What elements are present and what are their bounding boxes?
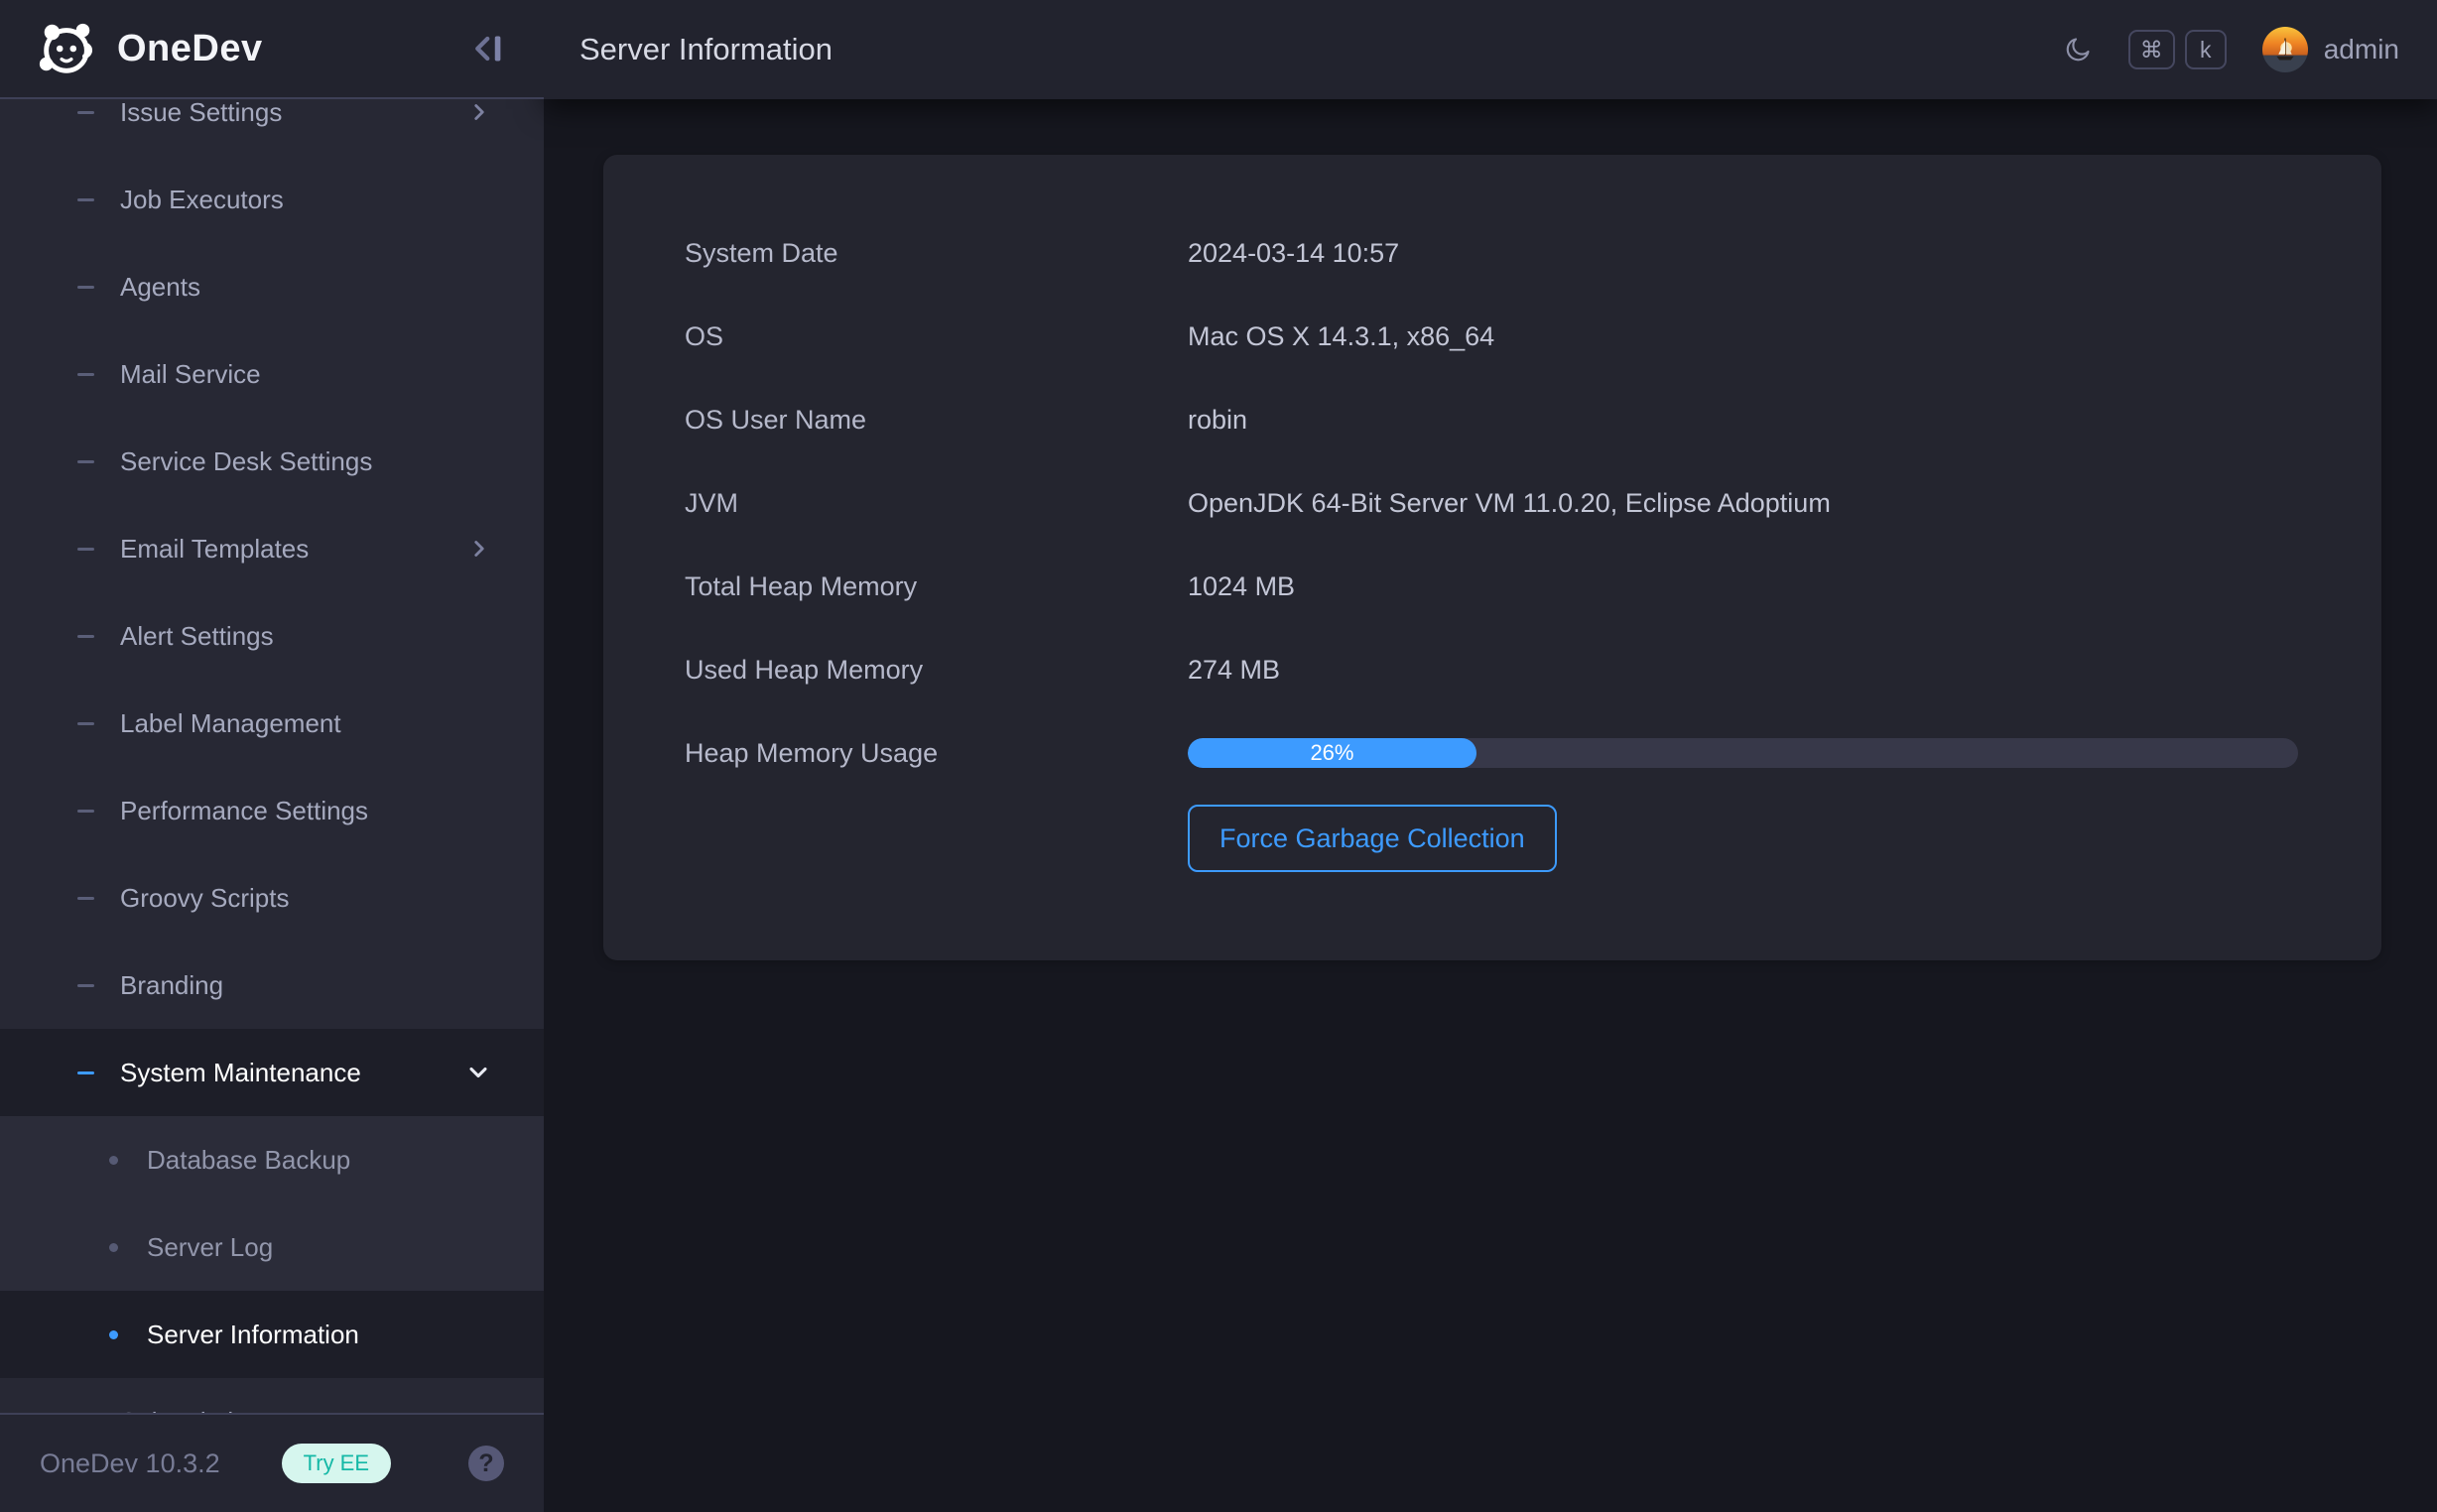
sidebar-item-label: Database Backup: [147, 1145, 350, 1176]
bullet-icon: [109, 1243, 118, 1252]
sidebar-item-alert-settings[interactable]: Alert Settings: [0, 592, 544, 680]
bullet-icon: [109, 1156, 118, 1165]
k-key-badge: k: [2185, 30, 2227, 69]
sidebar-item-system-maintenance[interactable]: System Maintenance: [0, 1029, 544, 1116]
sidebar-item-database-backup[interactable]: Database Backup: [0, 1116, 544, 1203]
dash-icon: [77, 460, 94, 463]
info-row-used-heap-memory: Used Heap Memory 274 MB: [603, 628, 2381, 711]
sidebar-item-server-log[interactable]: Server Log: [0, 1203, 544, 1291]
sidebar-item-branding[interactable]: Branding: [0, 942, 544, 1029]
sidebar-item-service-desk-settings[interactable]: Service Desk Settings: [0, 418, 544, 505]
row-label: System Date: [685, 238, 1188, 269]
chevron-down-icon: [464, 1059, 492, 1086]
topbar: Server Information ⌘ k: [544, 0, 2437, 99]
sidebar-item-label: Performance Settings: [120, 796, 368, 826]
info-row-os: OS Mac OS X 14.3.1, x86_64: [603, 295, 2381, 378]
sidebar-item-label: System Maintenance: [120, 1058, 361, 1088]
sidebar-item-server-information[interactable]: Server Information: [0, 1291, 544, 1378]
sidebar-item-label: Email Templates: [120, 534, 309, 565]
info-row-os-user-name: OS User Name robin: [603, 378, 2381, 461]
dash-icon: [77, 286, 94, 289]
row-label: JVM: [685, 488, 1188, 519]
dash-icon: [77, 897, 94, 900]
sidebar-item-label: Server Information: [147, 1320, 359, 1350]
sidebar-nav: Issue Settings Job Executors Agents Mail…: [0, 0, 544, 1512]
dash-icon: [77, 373, 94, 376]
dash-icon: [77, 722, 94, 725]
row-label: OS: [685, 321, 1188, 352]
row-value: robin: [1188, 405, 1247, 436]
sidebar-item-label: Mail Service: [120, 359, 261, 390]
row-label: Total Heap Memory: [685, 571, 1188, 602]
sidebar-item-performance-settings[interactable]: Performance Settings: [0, 767, 544, 854]
row-label: Used Heap Memory: [685, 655, 1188, 686]
sidebar-item-agents[interactable]: Agents: [0, 243, 544, 330]
version-label: OneDev 10.3.2: [40, 1449, 220, 1479]
sidebar-footer: OneDev 10.3.2 Try EE ?: [0, 1413, 544, 1512]
dash-icon: [77, 635, 94, 638]
sidebar-item-label: Alert Settings: [120, 621, 274, 652]
info-row-total-heap-memory: Total Heap Memory 1024 MB: [603, 545, 2381, 628]
row-label: Heap Memory Usage: [685, 738, 1188, 769]
dash-icon: [77, 111, 94, 114]
dash-icon: [77, 1071, 94, 1074]
row-value: 2024-03-14 10:57: [1188, 238, 1399, 269]
sidebar-item-label: Branding: [120, 970, 223, 1001]
topbar-actions: ⌘ k ad: [2063, 27, 2399, 72]
chevron-right-icon: [466, 99, 492, 125]
keyboard-shortcut[interactable]: ⌘ k: [2128, 30, 2227, 69]
bullet-icon: [109, 1330, 118, 1339]
user-name: admin: [2324, 34, 2399, 65]
dash-icon: [77, 198, 94, 201]
chevron-right-icon: [466, 536, 492, 562]
gc-button-row: Force Garbage Collection: [1188, 805, 2381, 872]
server-info-card: System Date 2024-03-14 10:57 OS Mac OS X…: [603, 155, 2381, 960]
row-value: OpenJDK 64-Bit Server VM 11.0.20, Eclips…: [1188, 488, 1831, 519]
heap-progress-fill: 26%: [1188, 738, 1476, 768]
info-row-heap-memory-usage: Heap Memory Usage 26%: [603, 711, 2381, 795]
sidebar-item-mail-service[interactable]: Mail Service: [0, 330, 544, 418]
cmd-key-badge: ⌘: [2128, 30, 2175, 69]
sidebar-item-groovy-scripts[interactable]: Groovy Scripts: [0, 854, 544, 942]
app-name: OneDev: [117, 28, 263, 70]
row-label: OS User Name: [685, 405, 1188, 436]
user-menu[interactable]: admin: [2262, 27, 2399, 72]
avatar: [2262, 27, 2308, 72]
help-icon[interactable]: ?: [468, 1446, 504, 1481]
sidebar-collapse-icon[interactable]: [464, 27, 508, 70]
sidebar: Issue Settings Job Executors Agents Mail…: [0, 0, 544, 1512]
heap-progress-bar: 26%: [1188, 738, 2298, 768]
sidebar-logo-bar: OneDev: [0, 0, 544, 99]
sidebar-item-label: Agents: [120, 272, 200, 303]
force-garbage-collection-button[interactable]: Force Garbage Collection: [1188, 805, 1557, 872]
dash-icon: [77, 548, 94, 551]
info-row-system-date: System Date 2024-03-14 10:57: [603, 211, 2381, 295]
sidebar-item-label: Server Log: [147, 1232, 273, 1263]
sidebar-item-label: Groovy Scripts: [120, 883, 290, 914]
sidebar-item-label: Job Executors: [120, 185, 284, 215]
dash-icon: [77, 984, 94, 987]
sidebar-item-label: Issue Settings: [120, 97, 282, 128]
row-value: 274 MB: [1188, 655, 1280, 686]
sidebar-item-label: Label Management: [120, 708, 341, 739]
sidebar-item-label-management[interactable]: Label Management: [0, 680, 544, 767]
dark-mode-moon-icon[interactable]: [2063, 35, 2093, 64]
row-value: Mac OS X 14.3.1, x86_64: [1188, 321, 1494, 352]
info-row-jvm: JVM OpenJDK 64-Bit Server VM 11.0.20, Ec…: [603, 461, 2381, 545]
main-content: System Date 2024-03-14 10:57 OS Mac OS X…: [544, 99, 2437, 1512]
sidebar-item-job-executors[interactable]: Job Executors: [0, 156, 544, 243]
heap-progress-percent: 26%: [1310, 740, 1353, 766]
dash-icon: [77, 810, 94, 813]
page-title: Server Information: [579, 32, 833, 67]
try-ee-badge[interactable]: Try EE: [282, 1444, 391, 1483]
sidebar-item-email-templates[interactable]: Email Templates: [0, 505, 544, 592]
onedev-logo-icon: [36, 18, 97, 79]
row-value: 1024 MB: [1188, 571, 1295, 602]
sidebar-item-label: Service Desk Settings: [120, 446, 372, 477]
